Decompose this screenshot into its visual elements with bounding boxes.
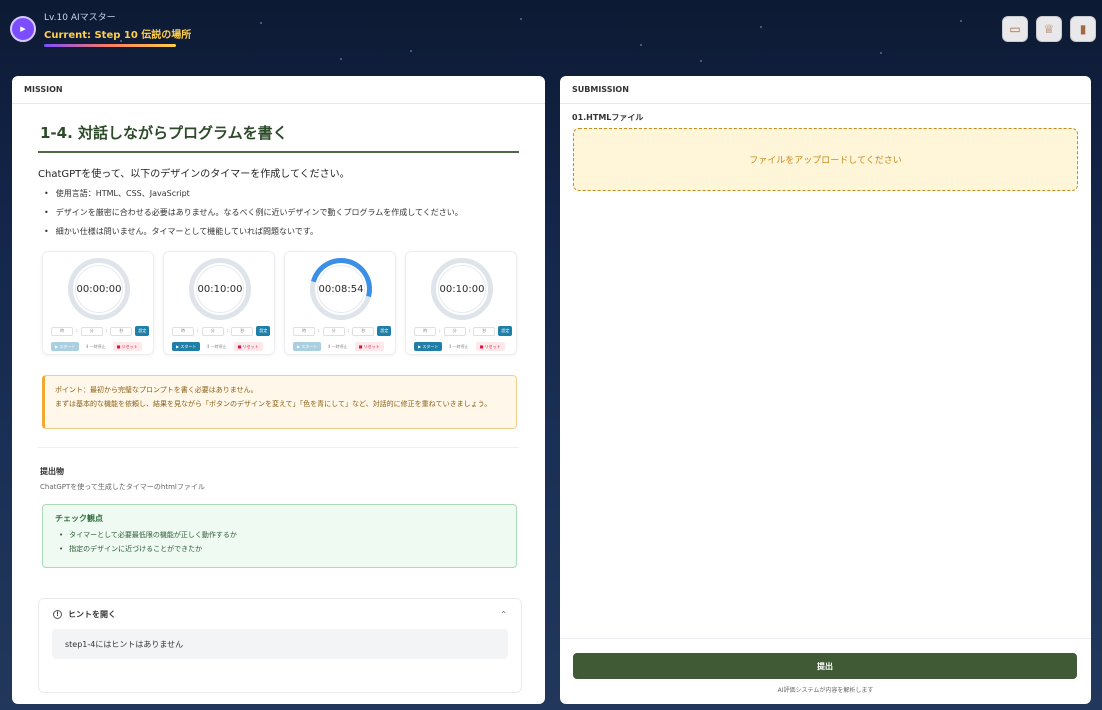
reset-button[interactable]: ■ リセット [112, 342, 142, 351]
list-item: 使用言語：HTML、CSS、JavaScript [44, 188, 519, 199]
colon: : [439, 328, 441, 334]
check-points: チェック観点 タイマーとして必要最低限の機能が正しく動作するか 指定のデザインに… [42, 504, 517, 568]
point-line-2: まずは基本的な機能を依頼し、結果を見ながら「ボタンのデザインを変えて」「色を青に… [55, 400, 492, 408]
submit-button[interactable]: 提出 [573, 653, 1077, 679]
reset-button[interactable]: ■ リセット [354, 342, 384, 351]
timer-ring: 00:10:00 [189, 258, 251, 320]
timer-controls: ▶ スタート Ⅱ 一時停止 ■ リセット [51, 342, 142, 351]
timer-inputs: 時: 分: 秒設定 [414, 326, 513, 336]
second-input[interactable]: 秒 [231, 326, 254, 336]
mission-panel: MISSION 1-4. 対話しながらプログラムを書く ChatGPTを使って、… [12, 76, 545, 704]
hour-input[interactable]: 時 [51, 326, 73, 336]
colon: : [347, 328, 350, 334]
timer-controls: ▶ スタート Ⅱ 一時停止 ■ リセット [293, 342, 384, 351]
second-input[interactable]: 秒 [110, 326, 133, 336]
timer-examples: 00:00:00 時: 分: 秒設定 ▶ スタート Ⅱ 一時停止 ■ リセット 00:10:0… [42, 246, 519, 355]
timer-card: 00:00:00 時: 分: 秒設定 ▶ スタート Ⅱ 一時停止 ■ リセット [42, 251, 154, 355]
timer-inputs: 時: 分: 秒設定 [51, 326, 150, 336]
mission-title: 1-4. 対話しながらプログラムを書く [38, 118, 519, 153]
pause-button[interactable]: Ⅱ 一時停止 [203, 342, 231, 351]
timer-controls: ▶ スタート Ⅱ 一時停止 ■ リセット [414, 342, 505, 351]
start-button[interactable]: ▶ スタート [51, 342, 80, 351]
colon: : [76, 328, 78, 334]
start-button[interactable]: ▶ スタート [414, 342, 443, 351]
list-item: タイマーとして必要最低限の機能が正しく動作するか [59, 530, 504, 540]
mission-heading: MISSION [12, 76, 545, 104]
timer-controls: ▶ スタート Ⅱ 一時停止 ■ リセット [172, 342, 263, 351]
timer-time: 00:10:00 [439, 283, 485, 295]
timer-ring: 00:10:00 [431, 258, 493, 320]
divider [38, 447, 519, 448]
timer-ring: 00:00:00 [68, 258, 130, 320]
step-progress-bar [44, 44, 176, 47]
point-callout: ポイント：最初から完璧なプロンプトを書く必要はありません。 まずは基本的な機能を… [42, 375, 517, 429]
set-button[interactable]: 設定 [135, 326, 150, 336]
start-button[interactable]: ▶ スタート [293, 342, 322, 351]
timer-card: 00:10:00 時: 分: 秒設定 ▶ スタート Ⅱ 一時停止 ■ リセット [163, 251, 275, 355]
colon: : [226, 328, 229, 334]
hour-input[interactable]: 時 [293, 326, 315, 336]
info-icon: ! [53, 609, 62, 619]
chevron-up-icon[interactable]: ⌃ [500, 610, 507, 619]
check-title: チェック観点 [55, 514, 103, 523]
hour-input[interactable]: 時 [414, 326, 436, 336]
avatar-icon[interactable]: ▸ [10, 15, 36, 42]
file-drop-zone[interactable]: ファイルをアップロードしてください [573, 128, 1078, 191]
hint-label: ヒントを開く [68, 609, 116, 619]
submit-note: AI評価システムが内容を解析します [777, 687, 874, 694]
file-label: 01.HTMLファイル [572, 113, 644, 122]
timer-ring: 00:08:54 [298, 246, 384, 332]
colon: : [318, 328, 320, 334]
top-bar: ▸ Lv.10 AIマスター Current: Step 10 伝説の場所 ▭ … [0, 0, 1102, 62]
submission-footer: 提出 AI評価システムが内容を解析します [560, 638, 1091, 704]
current-step: Current: Step 10 伝説の場所 [44, 30, 192, 41]
header-icons: ▭ ♕ ▮ [1002, 16, 1096, 42]
submission-panel: SUBMISSION 01.HTMLファイル ファイルをアップロードしてください… [560, 76, 1091, 704]
book-icon[interactable]: ▭ [1002, 16, 1028, 42]
hint-body: step1-4にはヒントはありません [52, 629, 508, 659]
set-button[interactable]: 設定 [498, 326, 513, 336]
mission-lead: ChatGPTを使って、以下のデザインのタイマーを作成してください。 [38, 169, 350, 180]
reset-button[interactable]: ■ リセット [233, 342, 263, 351]
list-item: 細かい仕様は問いません。タイマーとして機能していれば問題ないです。 [44, 226, 519, 237]
hint-toggle[interactable]: ! ヒントを開く ⌃ [39, 599, 521, 629]
pause-button[interactable]: Ⅱ 一時停止 [82, 342, 110, 351]
timer-inputs: 時: 分: 秒設定 [172, 326, 271, 336]
deliverable-desc: ChatGPTを使って生成したタイマーのhtmlファイル [40, 483, 205, 491]
timer-time: 00:08:54 [318, 283, 364, 295]
minute-input[interactable]: 分 [443, 326, 466, 336]
colon: : [468, 328, 471, 334]
set-button[interactable]: 設定 [377, 326, 392, 336]
second-input[interactable]: 秒 [473, 326, 496, 336]
timer-card: 00:10:00 時: 分: 秒設定 ▶ スタート Ⅱ 一時停止 ■ リセット [405, 251, 517, 355]
timer-time: 00:10:00 [197, 283, 243, 295]
scroll-icon[interactable]: ▮ [1070, 16, 1096, 42]
timer-time: 00:00:00 [76, 283, 122, 295]
submission-heading: SUBMISSION [560, 76, 1091, 104]
colon: : [197, 328, 199, 334]
point-line-1: ポイント：最初から完璧なプロンプトを書く必要はありません。 [55, 386, 258, 394]
requirement-list: 使用言語：HTML、CSS、JavaScript デザインを厳密に合わせる必要は… [38, 188, 519, 237]
minute-input[interactable]: 分 [201, 326, 224, 336]
colon: : [105, 328, 108, 334]
pause-button[interactable]: Ⅱ 一時停止 [324, 342, 352, 351]
reset-button[interactable]: ■ リセット [475, 342, 505, 351]
minute-input[interactable]: 分 [322, 326, 345, 336]
hour-input[interactable]: 時 [172, 326, 194, 336]
list-item: デザインを厳密に合わせる必要はありません。なるべく例に近いデザインで動くプログラ… [44, 207, 519, 218]
trophy-icon[interactable]: ♕ [1036, 16, 1062, 42]
timer-card: 00:08:54 時: 分: 秒設定 ▶ スタート Ⅱ 一時停止 ■ リセット [284, 246, 396, 355]
hint-accordion: ! ヒントを開く ⌃ step1-4にはヒントはありません [38, 598, 522, 693]
timer-inputs: 時: 分: 秒設定 [293, 326, 392, 336]
pause-button[interactable]: Ⅱ 一時停止 [445, 342, 473, 351]
start-button[interactable]: ▶ スタート [172, 342, 201, 351]
second-input[interactable]: 秒 [352, 326, 375, 336]
level-label: Lv.10 AIマスター [44, 13, 116, 23]
level-status: ▸ Lv.10 AIマスター Current: Step 10 伝説の場所 [10, 10, 191, 47]
set-button[interactable]: 設定 [256, 326, 271, 336]
deliverable-label: 提出物 [40, 467, 64, 476]
minute-input[interactable]: 分 [80, 326, 103, 336]
list-item: 指定のデザインに近づけることができたか [59, 544, 504, 554]
